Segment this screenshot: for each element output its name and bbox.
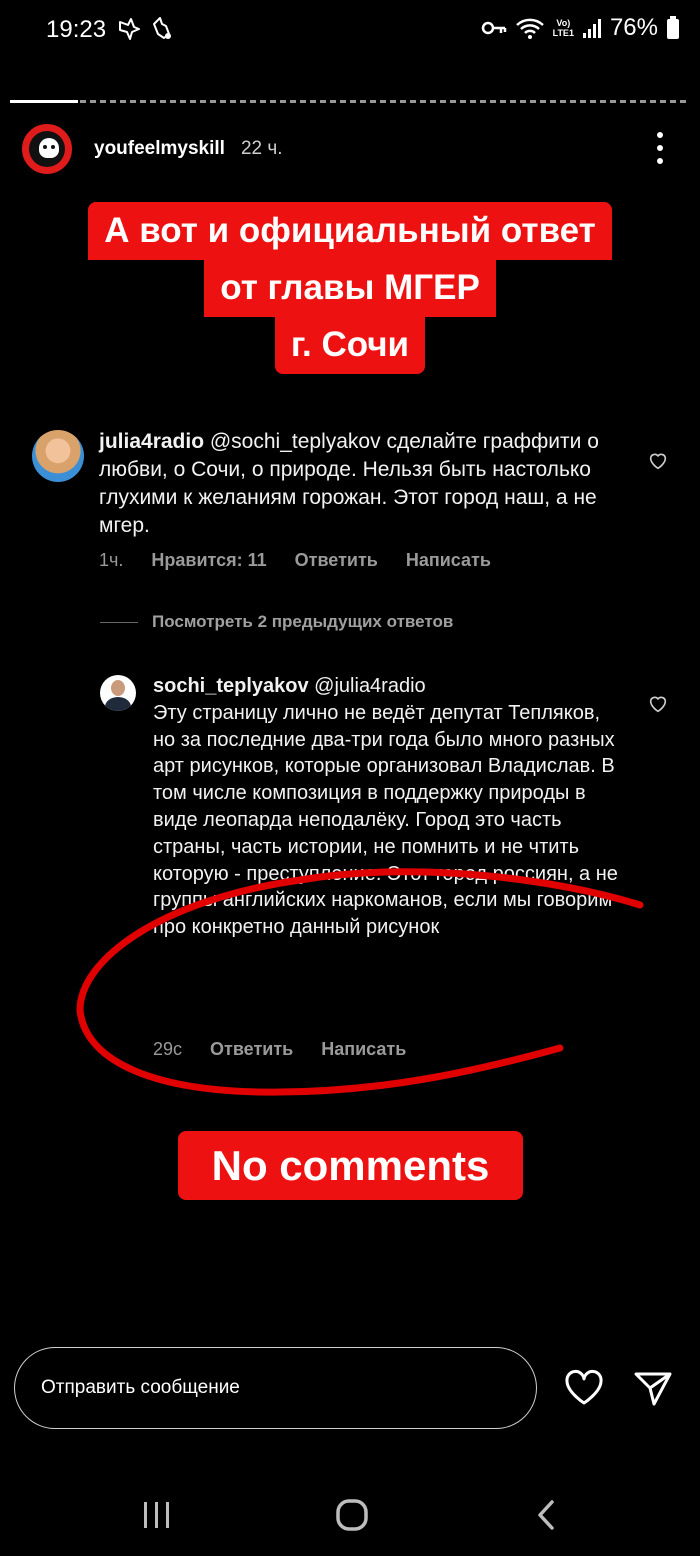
story-progress-bar <box>10 100 690 103</box>
tiktok-icon <box>119 18 140 40</box>
reply-link[interactable]: Ответить <box>210 1039 293 1060</box>
comment-body: julia4radio @sochi_teplyakov сделайте гр… <box>99 428 619 540</box>
view-previous-replies[interactable]: Посмотреть 2 предыдущих ответов <box>100 612 453 632</box>
headline-line: А вот и официальный ответ <box>88 202 612 260</box>
wifi-icon <box>515 18 544 39</box>
progress-fill <box>10 100 78 103</box>
home-icon[interactable] <box>335 1498 369 1532</box>
headline-line: г. Сочи <box>274 316 426 374</box>
message-input[interactable] <box>41 1377 501 1399</box>
heart-icon[interactable] <box>563 1368 605 1408</box>
comment-body: sochi_teplyakov @julia4radio Эту страницу… <box>153 673 623 941</box>
no-comments-caption: No comments <box>178 1131 523 1200</box>
battery-percentage: 76% <box>609 14 658 41</box>
status-bar: 19:23 Vo) LTE1 76% <box>0 0 700 62</box>
signal-icon <box>582 19 601 38</box>
commenter-avatar[interactable] <box>32 430 84 482</box>
story-username[interactable]: youfeelmyskill <box>94 138 225 160</box>
comment-meta: 29с Ответить Написать <box>153 1039 406 1060</box>
comment-username[interactable]: sochi_teplyakov <box>153 675 309 697</box>
status-time: 19:23 <box>46 16 107 43</box>
system-nav-bar <box>0 1470 700 1556</box>
status-notification-icons <box>116 16 174 42</box>
send-icon[interactable] <box>632 1368 674 1408</box>
comment-heart-icon[interactable] <box>647 450 669 472</box>
story-headline: А вот и официальный ответ от главы МГЕР … <box>0 202 700 374</box>
commenter-avatar[interactable] <box>100 675 136 711</box>
message-field[interactable] <box>14 1347 537 1429</box>
comment-text: Эту страницу лично не ведёт депутат Тепл… <box>153 701 618 939</box>
status-system-icons: Vo) LTE1 76% <box>481 14 680 42</box>
hand-icon <box>153 17 171 39</box>
view-replies-label[interactable]: Посмотреть 2 предыдущих ответов <box>152 612 453 632</box>
recent-apps-icon[interactable] <box>140 1500 174 1530</box>
message-link[interactable]: Написать <box>321 1039 406 1060</box>
message-link[interactable]: Написать <box>406 550 491 571</box>
more-options-icon[interactable] <box>656 132 664 164</box>
comment-username[interactable]: julia4radio <box>99 430 204 453</box>
back-icon[interactable] <box>530 1498 564 1532</box>
story-age: 22 ч. <box>240 138 283 159</box>
comment-meta: 1ч. Нравится: 11 Ответить Написать <box>99 550 491 571</box>
comment-mention[interactable]: @julia4radio <box>309 675 425 697</box>
comment-heart-icon[interactable] <box>647 693 669 715</box>
story-header: youfeelmyskill 22 ч. <box>20 120 680 178</box>
progress-track <box>10 100 690 103</box>
comment-likes[interactable]: Нравится: 11 <box>151 550 266 571</box>
reply-link[interactable]: Ответить <box>295 550 378 571</box>
comment-time: 29с <box>153 1039 183 1059</box>
battery-icon <box>667 16 679 39</box>
comment-time: 1ч. <box>99 550 124 570</box>
avatar[interactable] <box>20 122 74 176</box>
divider <box>100 621 138 623</box>
headline-line: от главы МГЕР <box>204 259 496 317</box>
key-icon <box>481 21 506 35</box>
volte-label: Vo) LTE1 <box>552 18 574 38</box>
